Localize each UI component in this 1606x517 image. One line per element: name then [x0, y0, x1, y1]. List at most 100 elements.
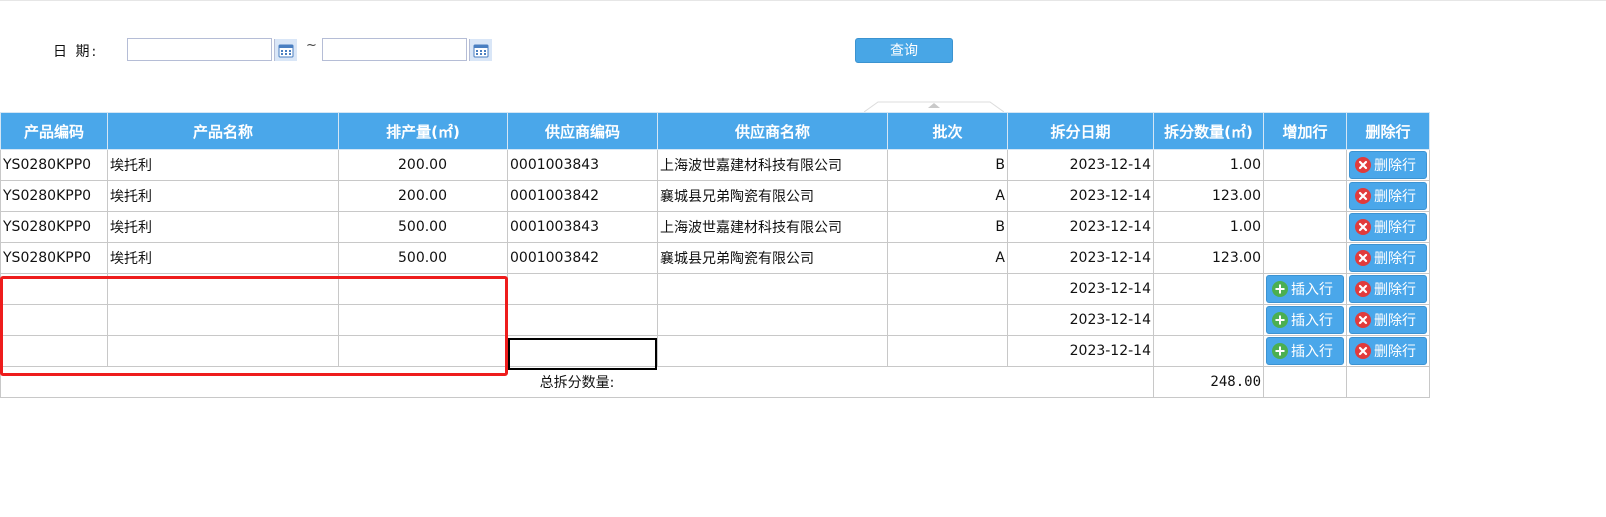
insert-row-button[interactable]: 插入行: [1266, 337, 1344, 365]
cell-output[interactable]: 500.00: [338, 242, 508, 274]
cell-product-name[interactable]: 埃托利: [107, 242, 339, 274]
cell-supplier-code[interactable]: [507, 304, 658, 336]
delete-row-label: 删除行: [1374, 313, 1416, 329]
header-product-code: 产品编码: [0, 112, 108, 150]
cell-split-qty[interactable]: 123.00: [1153, 180, 1264, 212]
delete-row-button[interactable]: 删除行: [1349, 275, 1427, 303]
header-product-name: 产品名称: [107, 112, 339, 150]
calendar-icon[interactable]: [274, 39, 297, 61]
cell-add-row: 插入行: [1263, 304, 1347, 336]
cell-batch[interactable]: [887, 304, 1008, 336]
cell-product-name[interactable]: 埃托利: [107, 180, 339, 212]
cell-supplier-code[interactable]: 0001003843: [507, 149, 658, 181]
cell-supplier-name[interactable]: [657, 273, 888, 305]
cell-supplier-code[interactable]: 0001003842: [507, 180, 658, 212]
cell-split-date[interactable]: 2023-12-14: [1007, 304, 1154, 336]
collapse-handle[interactable]: [864, 101, 1004, 112]
cell-product-code[interactable]: YS0280KPP0: [0, 242, 108, 274]
cell-split-qty[interactable]: 123.00: [1153, 242, 1264, 274]
plus-circle-icon: [1272, 312, 1288, 328]
cell-output[interactable]: 500.00: [338, 211, 508, 243]
cell-batch[interactable]: [887, 273, 1008, 305]
cell-supplier-name[interactable]: 上海波世嘉建材科技有限公司: [657, 149, 888, 181]
cell-split-date[interactable]: 2023-12-14: [1007, 273, 1154, 305]
cell-split-qty[interactable]: 1.00: [1153, 149, 1264, 181]
cell-supplier-name[interactable]: 上海波世嘉建材科技有限公司: [657, 211, 888, 243]
insert-row-button[interactable]: 插入行: [1266, 275, 1344, 303]
x-circle-icon: [1355, 157, 1371, 173]
cell-batch[interactable]: [887, 335, 1008, 367]
cell-product-name[interactable]: 埃托利: [107, 149, 339, 181]
selection-highlight: [0, 276, 508, 376]
active-cell-editor[interactable]: [508, 338, 657, 370]
x-circle-icon: [1355, 343, 1371, 359]
insert-row-label: 插入行: [1291, 313, 1333, 329]
cell-output[interactable]: 200.00: [338, 149, 508, 181]
cell-delete-row: 删除行: [1346, 304, 1430, 336]
plus-circle-icon: [1272, 281, 1288, 297]
cell-delete-row: 删除行: [1346, 242, 1430, 274]
delete-row-button[interactable]: 删除行: [1349, 306, 1427, 334]
query-button[interactable]: 查询: [855, 38, 953, 63]
cell-split-qty[interactable]: [1153, 335, 1264, 367]
delete-row-button[interactable]: 删除行: [1349, 244, 1427, 272]
header-split-qty: 拆分数量(㎡): [1153, 112, 1264, 150]
empty-cell: [1263, 366, 1347, 398]
insert-row-button[interactable]: 插入行: [1266, 306, 1344, 334]
cell-delete-row: 删除行: [1346, 180, 1430, 212]
cell-split-date[interactable]: 2023-12-14: [1007, 335, 1154, 367]
cell-split-date[interactable]: 2023-12-14: [1007, 180, 1154, 212]
total-value: 248.00: [1153, 366, 1264, 398]
cell-add-row: [1263, 211, 1347, 243]
cell-batch[interactable]: B: [887, 211, 1008, 243]
x-circle-icon: [1355, 219, 1371, 235]
cell-batch[interactable]: A: [887, 242, 1008, 274]
delete-row-button[interactable]: 删除行: [1349, 213, 1427, 241]
delete-row-button[interactable]: 删除行: [1349, 337, 1427, 365]
cell-split-qty[interactable]: [1153, 273, 1264, 305]
delete-row-label: 删除行: [1374, 189, 1416, 205]
cell-output[interactable]: 200.00: [338, 180, 508, 212]
x-circle-icon: [1355, 312, 1371, 328]
plus-circle-icon: [1272, 343, 1288, 359]
cell-supplier-code[interactable]: 0001003843: [507, 211, 658, 243]
x-circle-icon: [1355, 281, 1371, 297]
cell-batch[interactable]: B: [887, 149, 1008, 181]
cell-supplier-name[interactable]: [657, 304, 888, 336]
cell-split-date[interactable]: 2023-12-14: [1007, 211, 1154, 243]
header-output: 排产量(㎡): [338, 112, 508, 150]
cell-product-code[interactable]: YS0280KPP0: [0, 211, 108, 243]
cell-delete-row: 删除行: [1346, 273, 1430, 305]
table-row: YS0280KPP0 埃托利 500.00 0001003842 襄城县兄弟陶瓷有限公司…: [0, 242, 1430, 274]
cell-add-row: [1263, 242, 1347, 274]
cell-product-code[interactable]: YS0280KPP0: [0, 180, 108, 212]
cell-delete-row: 删除行: [1346, 211, 1430, 243]
cell-split-qty[interactable]: [1153, 304, 1264, 336]
cell-split-qty[interactable]: 1.00: [1153, 211, 1264, 243]
date-range-separator: ~: [306, 38, 317, 53]
cell-supplier-name[interactable]: [657, 335, 888, 367]
cell-delete-row: 删除行: [1346, 149, 1430, 181]
cell-batch[interactable]: A: [887, 180, 1008, 212]
cell-supplier-name[interactable]: 襄城县兄弟陶瓷有限公司: [657, 180, 888, 212]
delete-row-label: 删除行: [1374, 251, 1416, 267]
table-row: YS0280KPP0 埃托利 500.00 0001003843 上海波世嘉建材科技有限…: [0, 211, 1430, 243]
delete-row-button[interactable]: 删除行: [1349, 151, 1427, 179]
cell-product-name[interactable]: 埃托利: [107, 211, 339, 243]
calendar-icon[interactable]: [469, 39, 492, 61]
cell-split-date[interactable]: 2023-12-14: [1007, 149, 1154, 181]
x-circle-icon: [1355, 188, 1371, 204]
cell-split-date[interactable]: 2023-12-14: [1007, 242, 1154, 274]
x-circle-icon: [1355, 250, 1371, 266]
delete-row-label: 删除行: [1374, 344, 1416, 360]
cell-add-row: 插入行: [1263, 273, 1347, 305]
date-to-input[interactable]: [322, 38, 467, 61]
date-from-input[interactable]: [127, 38, 272, 61]
cell-product-code[interactable]: YS0280KPP0: [0, 149, 108, 181]
cell-add-row: [1263, 180, 1347, 212]
cell-supplier-name[interactable]: 襄城县兄弟陶瓷有限公司: [657, 242, 888, 274]
cell-supplier-code[interactable]: [507, 273, 658, 305]
delete-row-button[interactable]: 删除行: [1349, 182, 1427, 210]
cell-supplier-code[interactable]: 0001003842: [507, 242, 658, 274]
table-row: YS0280KPP0 埃托利 200.00 0001003842 襄城县兄弟陶瓷有限公司…: [0, 180, 1430, 212]
